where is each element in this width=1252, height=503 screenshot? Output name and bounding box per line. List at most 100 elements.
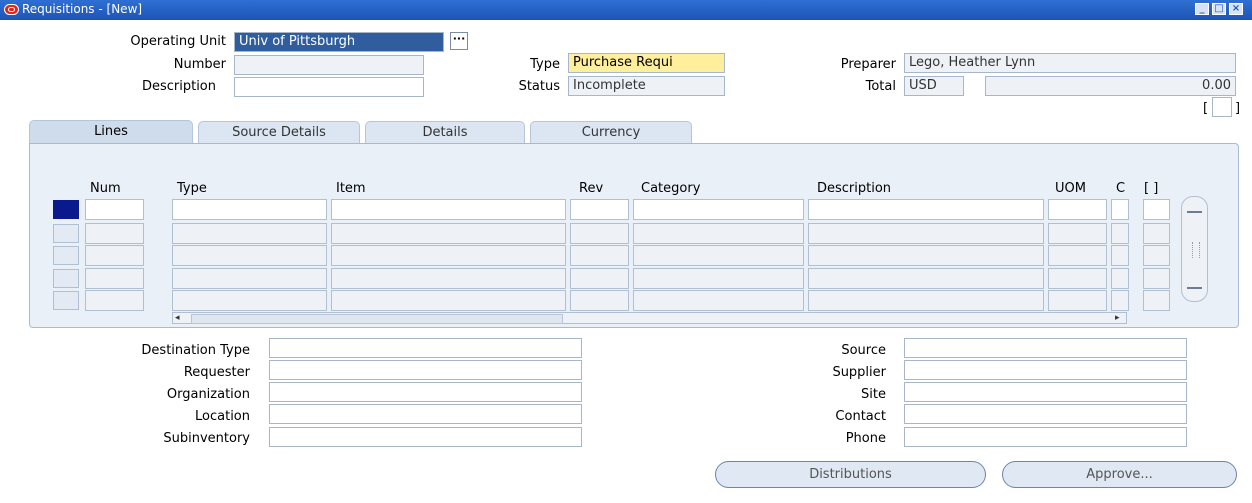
line-cell-uom[interactable] [1048, 199, 1107, 220]
line-cell-type[interactable] [172, 199, 327, 220]
minimize-icon[interactable]: _ [1195, 3, 1209, 15]
line-cell-flex[interactable] [1143, 223, 1170, 244]
descriptive-flex-field[interactable] [1212, 97, 1232, 117]
lov-button[interactable]: ··· [450, 32, 468, 50]
line-cell-num[interactable] [85, 268, 144, 289]
organization-field[interactable] [269, 382, 582, 402]
row-selector[interactable] [53, 224, 79, 243]
window-title: Requisitions - [New] [22, 2, 143, 16]
supplier-field[interactable] [904, 360, 1187, 380]
line-cell-c[interactable] [1111, 268, 1129, 289]
line-cell-c[interactable] [1111, 199, 1129, 220]
line-cell-flex[interactable] [1143, 268, 1170, 289]
type-field[interactable]: Purchase Requi [568, 53, 725, 73]
total-field[interactable]: 0.00 [985, 76, 1236, 96]
row-selector[interactable] [53, 269, 79, 288]
line-cell-num[interactable] [85, 199, 144, 220]
line-cell-item[interactable] [331, 268, 566, 289]
tab-details[interactable]: Details [365, 121, 525, 143]
status-field[interactable]: Incomplete [568, 76, 725, 96]
line-cell-flex[interactable] [1143, 199, 1170, 220]
scroll-up-icon[interactable] [1187, 201, 1202, 213]
preparer-field[interactable]: Lego, Heather Lynn [904, 53, 1236, 73]
bracket-close: ] [1235, 101, 1241, 116]
line-cell-rev[interactable] [570, 223, 629, 244]
line-cell-category[interactable] [633, 199, 804, 220]
line-cell-type[interactable] [172, 268, 327, 289]
line-cell-description[interactable] [808, 245, 1044, 266]
col-uom: UOM [1055, 181, 1086, 196]
line-cell-description[interactable] [808, 268, 1044, 289]
supplier-label: Supplier [832, 365, 886, 380]
line-cell-flex[interactable] [1143, 290, 1170, 311]
location-field[interactable] [269, 404, 582, 424]
line-cell-rev[interactable] [570, 245, 629, 266]
type-label: Type [530, 57, 560, 72]
line-cell-type[interactable] [172, 290, 327, 311]
line-cell-item[interactable] [331, 199, 566, 220]
requester-field[interactable] [269, 360, 582, 380]
tab-lines[interactable]: Lines [29, 120, 193, 144]
row-selector[interactable] [53, 291, 79, 310]
scroll-right-icon[interactable]: ▸ [1115, 313, 1120, 323]
line-cell-item[interactable] [331, 290, 566, 311]
line-cell-category[interactable] [633, 290, 804, 311]
horizontal-scrollbar[interactable]: ◂ ▸ [172, 312, 1127, 324]
line-cell-rev[interactable] [570, 268, 629, 289]
line-cell-uom[interactable] [1048, 290, 1107, 311]
phone-field[interactable] [904, 427, 1187, 447]
col-item: Item [336, 181, 366, 196]
subinventory-field[interactable] [269, 427, 582, 447]
approve-button[interactable]: Approve... [1002, 461, 1237, 488]
operating-unit-label: Operating Unit [130, 34, 226, 49]
operating-unit-field[interactable]: Univ of Pittsburgh [234, 32, 444, 52]
line-cell-uom[interactable] [1048, 223, 1107, 244]
line-cell-category[interactable] [633, 223, 804, 244]
scroll-thumb[interactable] [191, 314, 563, 324]
row-selector[interactable] [53, 200, 79, 219]
line-cell-rev[interactable] [570, 290, 629, 311]
line-cell-num[interactable] [85, 290, 144, 311]
line-cell-category[interactable] [633, 268, 804, 289]
scroll-down-icon[interactable] [1187, 287, 1202, 299]
line-cell-type[interactable] [172, 223, 327, 244]
line-cell-c[interactable] [1111, 245, 1129, 266]
tab-currency[interactable]: Currency [530, 121, 692, 143]
destination-type-field[interactable] [269, 338, 582, 358]
location-label: Location [195, 409, 250, 424]
line-cell-c[interactable] [1111, 290, 1129, 311]
line-cell-description[interactable] [808, 223, 1044, 244]
line-cell-description[interactable] [808, 199, 1044, 220]
contact-field[interactable] [904, 404, 1187, 424]
line-cell-flex[interactable] [1143, 245, 1170, 266]
col-category: Category [641, 181, 701, 196]
source-field[interactable] [904, 338, 1187, 358]
currency-field[interactable]: USD [904, 76, 964, 96]
preparer-label: Preparer [840, 57, 896, 72]
number-field[interactable] [234, 55, 424, 75]
line-cell-num[interactable] [85, 245, 144, 266]
line-cell-uom[interactable] [1048, 245, 1107, 266]
line-cell-num[interactable] [85, 223, 144, 244]
description-field[interactable] [234, 77, 424, 97]
destination-type-label: Destination Type [141, 343, 250, 358]
contact-label: Contact [835, 409, 886, 424]
tab-source-details[interactable]: Source Details [198, 121, 360, 143]
scroll-left-icon[interactable]: ◂ [175, 313, 180, 323]
close-icon[interactable]: × [1229, 3, 1243, 15]
line-cell-item[interactable] [331, 245, 566, 266]
line-cell-category[interactable] [633, 245, 804, 266]
line-cell-item[interactable] [331, 223, 566, 244]
line-cell-rev[interactable] [570, 199, 629, 220]
status-label: Status [518, 79, 560, 94]
vertical-scrollbar[interactable] [1181, 196, 1208, 302]
distributions-button[interactable]: Distributions [715, 461, 986, 488]
line-cell-type[interactable] [172, 245, 327, 266]
line-cell-c[interactable] [1111, 223, 1129, 244]
line-cell-uom[interactable] [1048, 268, 1107, 289]
row-selector[interactable] [53, 246, 79, 265]
site-field[interactable] [904, 382, 1187, 402]
line-cell-description[interactable] [808, 290, 1044, 311]
maximize-icon[interactable]: □ [1212, 3, 1226, 15]
title-bar: Requisitions - [New] _ □ × [0, 0, 1252, 20]
